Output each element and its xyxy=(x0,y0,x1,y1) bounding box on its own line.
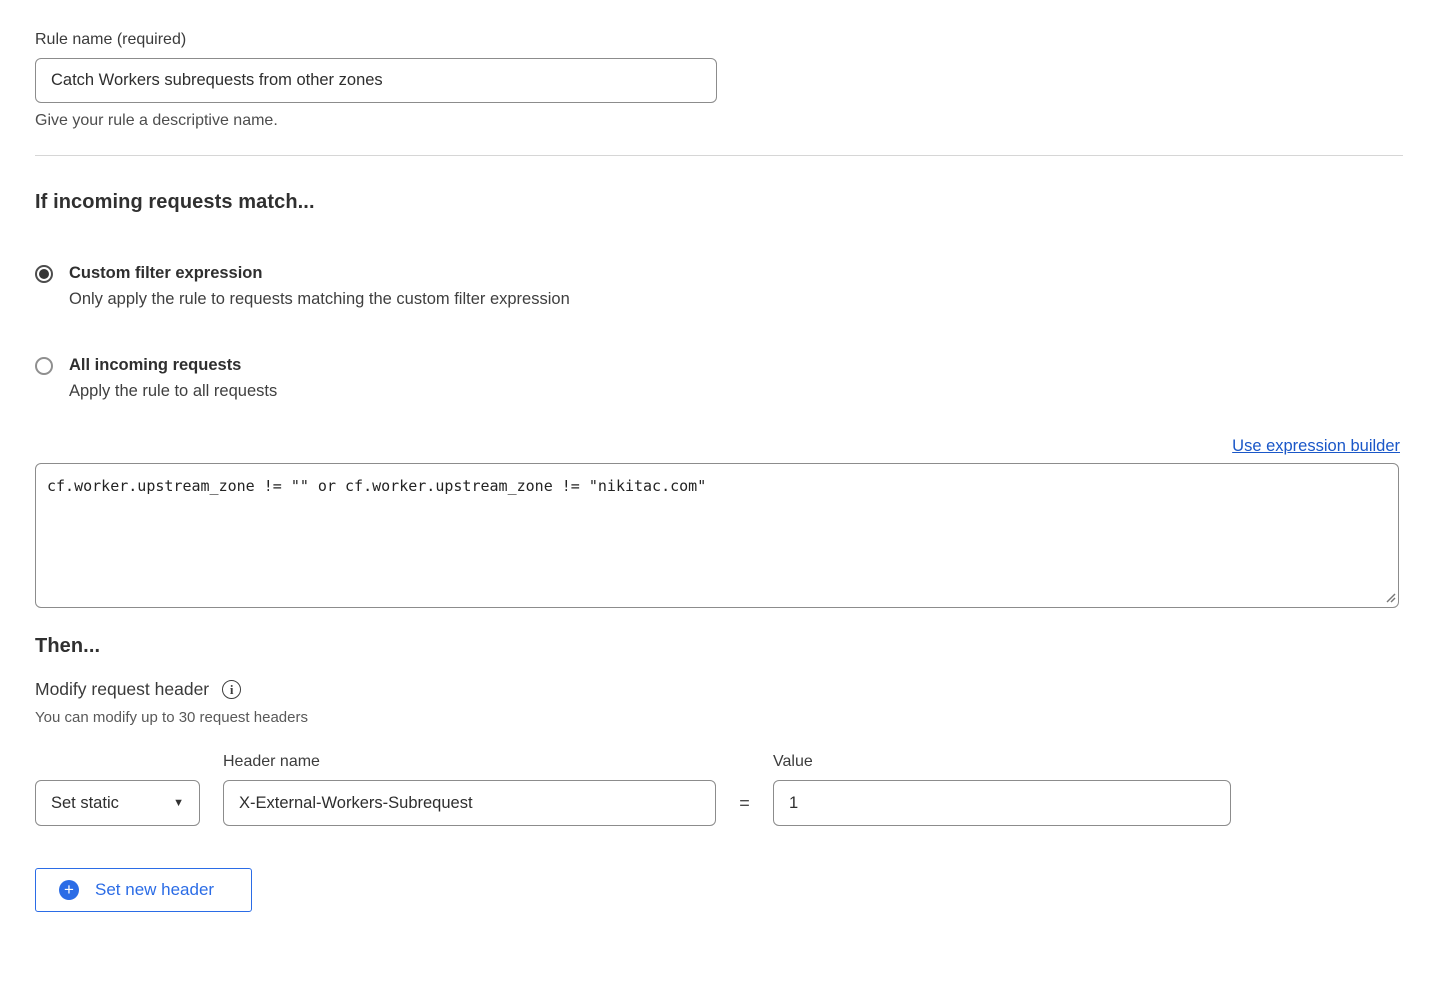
header-name-label: Header name xyxy=(223,753,716,772)
radio-texts-all-requests: All incoming requests Apply the rule to … xyxy=(69,356,277,401)
radio-desc-custom-filter: Only apply the rule to requests matching… xyxy=(69,290,570,309)
filter-expression-textarea[interactable]: cf.worker.upstream_zone != "" or cf.work… xyxy=(35,463,1399,608)
radio-option-custom-filter[interactable]: Custom filter expression Only apply the … xyxy=(35,264,1400,309)
operation-selected-value: Set static xyxy=(51,794,119,813)
radio-button-custom-filter[interactable] xyxy=(35,265,53,283)
builder-link-row: Use expression builder xyxy=(35,437,1400,456)
radio-option-all-requests[interactable]: All incoming requests Apply the rule to … xyxy=(35,356,1400,401)
action-row: Modify request header i xyxy=(35,679,1400,700)
header-value-label: Value xyxy=(773,753,1231,772)
operation-select[interactable]: Set static ▼ xyxy=(35,780,200,826)
radio-label-all-requests[interactable]: All incoming requests xyxy=(69,356,277,375)
header-name-column: Header name xyxy=(223,753,716,826)
header-value-column: Value xyxy=(773,753,1231,826)
action-label: Modify request header xyxy=(35,679,209,700)
plus-icon: + xyxy=(59,880,79,900)
radio-button-all-requests[interactable] xyxy=(35,357,53,375)
match-section-heading: If incoming requests match... xyxy=(35,191,1400,214)
equals-sign: = xyxy=(716,753,773,826)
expression-editor: cf.worker.upstream_zone != "" or cf.work… xyxy=(35,463,1400,608)
action-help-text: You can modify up to 30 request headers xyxy=(35,709,1400,726)
set-new-header-label: Set new header xyxy=(95,880,214,900)
then-section-heading: Then... xyxy=(35,635,1400,658)
radio-label-custom-filter[interactable]: Custom filter expression xyxy=(69,264,570,283)
operation-column: Set static ▼ xyxy=(35,753,200,826)
operation-label-spacer xyxy=(35,753,200,772)
rule-name-input[interactable] xyxy=(35,58,717,103)
chevron-down-icon: ▼ xyxy=(173,797,184,809)
use-expression-builder-link[interactable]: Use expression builder xyxy=(1232,437,1400,455)
info-icon[interactable]: i xyxy=(222,680,241,699)
rule-name-help: Give your rule a descriptive name. xyxy=(35,112,1400,130)
set-new-header-button[interactable]: + Set new header xyxy=(35,868,252,912)
rule-form: Rule name (required) Give your rule a de… xyxy=(35,0,1400,912)
header-name-input[interactable] xyxy=(223,780,716,826)
header-value-input[interactable] xyxy=(773,780,1231,826)
radio-texts-custom-filter: Custom filter expression Only apply the … xyxy=(69,264,570,309)
radio-desc-all-requests: Apply the rule to all requests xyxy=(69,382,277,401)
header-editor-row: Set static ▼ Header name = Value xyxy=(35,753,1400,826)
rule-name-label: Rule name (required) xyxy=(35,31,1400,49)
section-divider xyxy=(35,155,1403,156)
